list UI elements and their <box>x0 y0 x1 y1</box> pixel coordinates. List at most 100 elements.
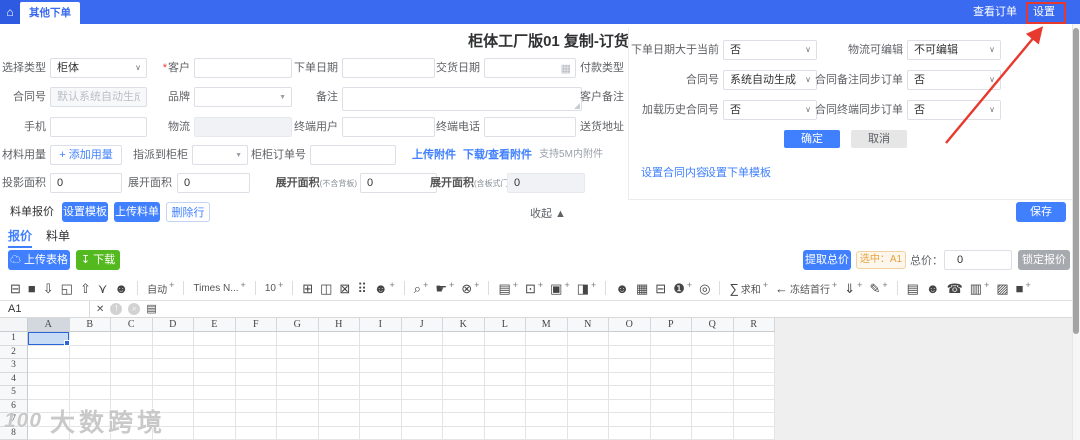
border-icon[interactable]: ⊞ <box>302 282 313 295</box>
sheet-cell-B3[interactable] <box>69 359 111 373</box>
sheet-cell-C1[interactable] <box>111 332 153 346</box>
sheet-cell-R4[interactable] <box>733 372 775 386</box>
column-header-J[interactable]: J <box>401 318 443 332</box>
grid-icon[interactable]: ⠿ <box>357 282 367 295</box>
sheet-cell-L4[interactable] <box>484 372 526 386</box>
row-header-3[interactable]: 3 <box>0 359 28 373</box>
sheet-cell-C6[interactable] <box>111 399 153 413</box>
sheet-cell-E4[interactable] <box>194 372 236 386</box>
column-header-F[interactable]: F <box>235 318 277 332</box>
sheet-cell-L3[interactable] <box>484 359 526 373</box>
sheet-cell-A6[interactable] <box>28 399 70 413</box>
merge-cells-icon[interactable]: ◫ <box>320 282 332 295</box>
sheet-cell-O4[interactable] <box>609 372 651 386</box>
assign-select[interactable]: ▼ <box>192 145 248 165</box>
sheet-cell-Q4[interactable] <box>692 372 734 386</box>
sheet-cell-O2[interactable] <box>609 345 651 359</box>
sheet-cell-N7[interactable] <box>567 413 609 427</box>
cell-name-box[interactable]: A1 <box>0 300 90 318</box>
card-icon[interactable]: ▣ + <box>550 280 570 295</box>
sheet-cell-N6[interactable] <box>567 399 609 413</box>
expand-area-input[interactable] <box>177 173 250 193</box>
sheet-cell-C7[interactable] <box>111 413 153 427</box>
sheet-cell-K2[interactable] <box>443 345 485 359</box>
sheet-cell-A1[interactable] <box>28 332 70 346</box>
sheet-cell-O6[interactable] <box>609 399 651 413</box>
info-icon[interactable]: ❶ + <box>673 280 692 295</box>
sheet-cell-I8[interactable] <box>360 426 402 440</box>
auto-format-select[interactable]: 自动 + <box>147 280 174 296</box>
sheet-cell-N2[interactable] <box>567 345 609 359</box>
sheet-cell-K4[interactable] <box>443 372 485 386</box>
sheet-cell-P8[interactable] <box>650 426 692 440</box>
panel-row2-select[interactable]: 不可编辑 ∨ <box>907 40 1001 60</box>
tab-other-order[interactable]: 其他下单 <box>20 2 80 24</box>
projection-area-input[interactable] <box>50 173 122 193</box>
lock-icon[interactable]: ⊠ <box>339 282 350 295</box>
sheet-cell-J7[interactable] <box>401 413 443 427</box>
sheet-cell-O3[interactable] <box>609 359 651 373</box>
sheet-cell-J2[interactable] <box>401 345 443 359</box>
sheet-cell-E1[interactable] <box>194 332 236 346</box>
sheet-cell-D4[interactable] <box>152 372 194 386</box>
sheet-cell-I7[interactable] <box>360 413 402 427</box>
panel-row6-select[interactable]: 否 ∨ <box>907 100 1001 120</box>
sheet-cell-Q3[interactable] <box>692 359 734 373</box>
sheet-cell-K1[interactable] <box>443 332 485 346</box>
search-circle-icon[interactable]: ⌕ <box>128 303 141 315</box>
sheet-cell-N5[interactable] <box>567 386 609 400</box>
pointer-icon[interactable]: ☛ + <box>435 280 454 295</box>
cabinet-order-input[interactable] <box>310 145 396 165</box>
sheet-cell-R2[interactable] <box>733 345 775 359</box>
sheet-cell-G1[interactable] <box>277 332 319 346</box>
sheet-cell-I5[interactable] <box>360 386 402 400</box>
column-header-K[interactable]: K <box>443 318 485 332</box>
sheet-cell-K6[interactable] <box>443 399 485 413</box>
download-icon[interactable]: ⇓ + <box>844 280 862 295</box>
sheet-cell-L8[interactable] <box>484 426 526 440</box>
sheet-cell-I1[interactable] <box>360 332 402 346</box>
sheet-cell-F4[interactable] <box>235 372 277 386</box>
sheet-cell-J1[interactable] <box>401 332 443 346</box>
sheet-cell-E2[interactable] <box>194 345 236 359</box>
truck-icon[interactable]: ■ <box>28 282 36 295</box>
row-header-2[interactable]: 2 <box>0 345 28 359</box>
sheet-cell-R7[interactable] <box>733 413 775 427</box>
location-icon[interactable]: ◎ <box>699 282 710 295</box>
sheet-cell-K7[interactable] <box>443 413 485 427</box>
import-icon[interactable]: ⇩ <box>43 282 54 295</box>
clipboard-icon[interactable]: ▤ <box>146 303 156 315</box>
sheet-cell-M1[interactable] <box>526 332 568 346</box>
freeze-row-icon[interactable]: ← 冻结首行 + <box>775 280 837 296</box>
sheet-cell-C3[interactable] <box>111 359 153 373</box>
sheet-cell-M5[interactable] <box>526 386 568 400</box>
sheet-cell-P1[interactable] <box>650 332 692 346</box>
row-header-4[interactable]: 4 <box>0 372 28 386</box>
font-family-select[interactable]: Times N... + <box>193 280 245 294</box>
users-icon[interactable]: ☻ <box>114 282 128 295</box>
sheet-cell-F8[interactable] <box>235 426 277 440</box>
sheet-cell-F1[interactable] <box>235 332 277 346</box>
column-header-I[interactable]: I <box>360 318 402 332</box>
sheet-cell-I4[interactable] <box>360 372 402 386</box>
sheet-cell-R6[interactable] <box>733 399 775 413</box>
sheet-cell-O1[interactable] <box>609 332 651 346</box>
sheet-cell-D7[interactable] <box>152 413 194 427</box>
sheet-cell-M4[interactable] <box>526 372 568 386</box>
sheet-cell-H2[interactable] <box>318 345 360 359</box>
sheet-cell-A7[interactable] <box>28 413 70 427</box>
contract-input[interactable] <box>50 87 147 107</box>
lock-quote-button[interactable]: 锁定报价 <box>1018 250 1070 270</box>
user-icon[interactable]: ☻ <box>926 282 940 295</box>
sheet-cell-I6[interactable] <box>360 399 402 413</box>
column-header-R[interactable]: R <box>733 318 775 332</box>
sheet-cell-F3[interactable] <box>235 359 277 373</box>
image-icon[interactable]: ◨ + <box>577 280 597 295</box>
row-header-5[interactable]: 5 <box>0 386 28 400</box>
sheet-cell-H1[interactable] <box>318 332 360 346</box>
brush-icon[interactable]: ▦ <box>636 282 648 295</box>
collapse-toggle[interactable]: 收起 ▲ <box>530 205 566 221</box>
sheet-cell-A5[interactable] <box>28 386 70 400</box>
sheet-cell-J8[interactable] <box>401 426 443 440</box>
sheet-cell-L2[interactable] <box>484 345 526 359</box>
